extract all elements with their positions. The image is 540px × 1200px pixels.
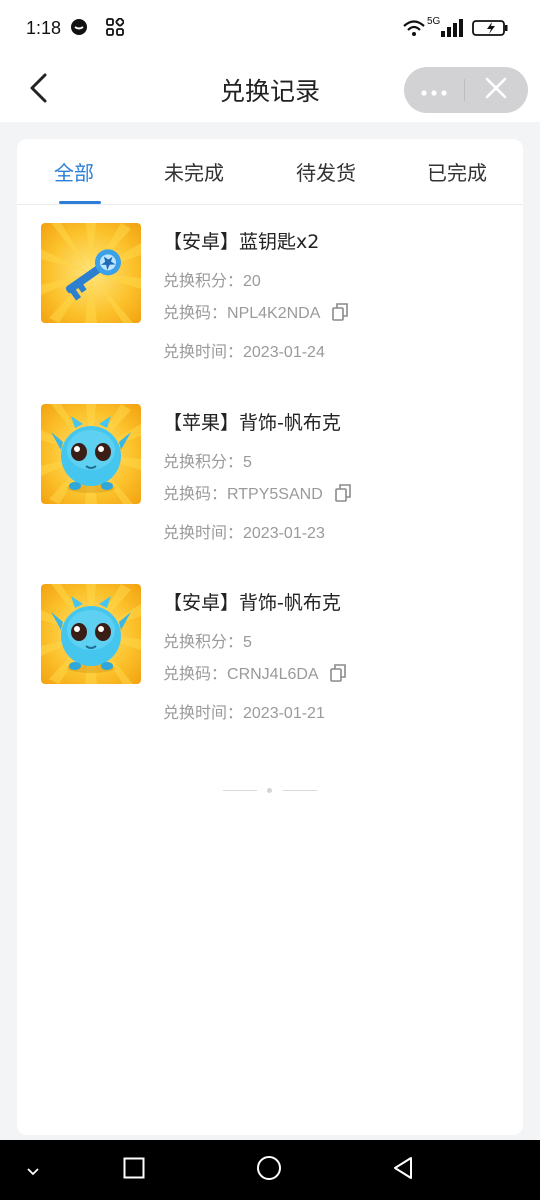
record-code: CRNJ4L6DA (227, 666, 318, 683)
status-bar: 1:18 5G (0, 0, 540, 58)
record-time: 兑换时间：2023-01-24 (163, 344, 325, 361)
close-icon (485, 77, 507, 103)
record-code-label: 兑换码： (163, 666, 228, 683)
back-triangle-icon (392, 1156, 414, 1184)
record-time: 兑换时间：2023-01-23 (163, 525, 325, 542)
blue-creature-icon (41, 584, 141, 684)
blue-key-icon (41, 223, 141, 323)
status-time: 1:18 (26, 18, 62, 38)
record-points: 兑换积分：5 (163, 454, 252, 471)
home-circle-icon (256, 1155, 282, 1185)
record-item[interactable]: 【苹果】背饰-帆布克 兑换积分：5 兑换码：RTPY5SAND 兑换时间：202… (17, 386, 523, 546)
tab-incomplete[interactable]: 未完成 (164, 157, 224, 186)
records-card: 全部 未完成 待发货 已完成 【安卓】蓝钥匙x2 兑换积分：20 兑换码：NPL… (17, 139, 523, 1135)
system-navigation-bar (0, 1140, 540, 1200)
record-code-row: 兑换码：CRNJ4L6DA (163, 660, 346, 687)
record-points: 兑换积分：5 (163, 634, 252, 651)
navbar: 兑换记录 (0, 58, 540, 122)
tab-active-indicator (59, 201, 101, 204)
record-code-label: 兑换码： (163, 486, 228, 503)
recents-square-icon (123, 1157, 145, 1183)
system-back-button[interactable] (383, 1155, 423, 1185)
close-button[interactable] (465, 67, 527, 113)
signal-icon (440, 18, 466, 42)
more-dots-icon (421, 81, 447, 100)
record-code-row: 兑换码：RTPY5SAND (163, 480, 352, 507)
chat-bubble-icon (70, 18, 88, 40)
hide-keyboard-button[interactable] (13, 1155, 53, 1185)
record-item[interactable]: 【安卓】蓝钥匙x2 兑换积分：20 兑换码：NPL4K2NDA 兑换时间：202… (17, 205, 523, 365)
blue-creature-icon (41, 404, 141, 504)
record-title: 【安卓】背饰-帆布克 (163, 592, 341, 614)
tab-completed[interactable]: 已完成 (427, 157, 487, 186)
tab-all[interactable]: 全部 (54, 157, 94, 186)
copy-icon[interactable] (332, 303, 348, 326)
record-code: NPL4K2NDA (227, 305, 320, 322)
record-code: RTPY5SAND (227, 486, 323, 503)
more-button[interactable] (404, 67, 464, 113)
network-label: 5G (427, 16, 441, 27)
home-button[interactable] (249, 1155, 289, 1185)
record-time: 兑换时间：2023-01-21 (163, 705, 325, 722)
tab-pending-shipment[interactable]: 待发货 (296, 157, 356, 186)
record-code-label: 兑换码： (163, 305, 228, 322)
record-item[interactable]: 【安卓】背饰-帆布克 兑换积分：5 兑换码：CRNJ4L6DA 兑换时间：202… (17, 566, 523, 726)
recents-button[interactable] (114, 1155, 154, 1185)
record-code-row: 兑换码：NPL4K2NDA (163, 299, 348, 326)
app-grid-icon (106, 17, 125, 40)
copy-icon[interactable] (335, 484, 352, 507)
record-points: 兑换积分：20 (163, 273, 261, 290)
tab-bar: 全部 未完成 待发货 已完成 (17, 139, 523, 205)
mini-program-capsule (404, 67, 528, 113)
wifi-icon (402, 18, 426, 42)
battery-icon (472, 19, 512, 41)
record-title: 【苹果】背饰-帆布克 (163, 412, 341, 434)
record-title: 【安卓】蓝钥匙x2 (163, 231, 320, 253)
end-of-list-divider (223, 788, 317, 793)
copy-icon[interactable] (330, 664, 346, 687)
chevron-down-icon (26, 1161, 40, 1180)
